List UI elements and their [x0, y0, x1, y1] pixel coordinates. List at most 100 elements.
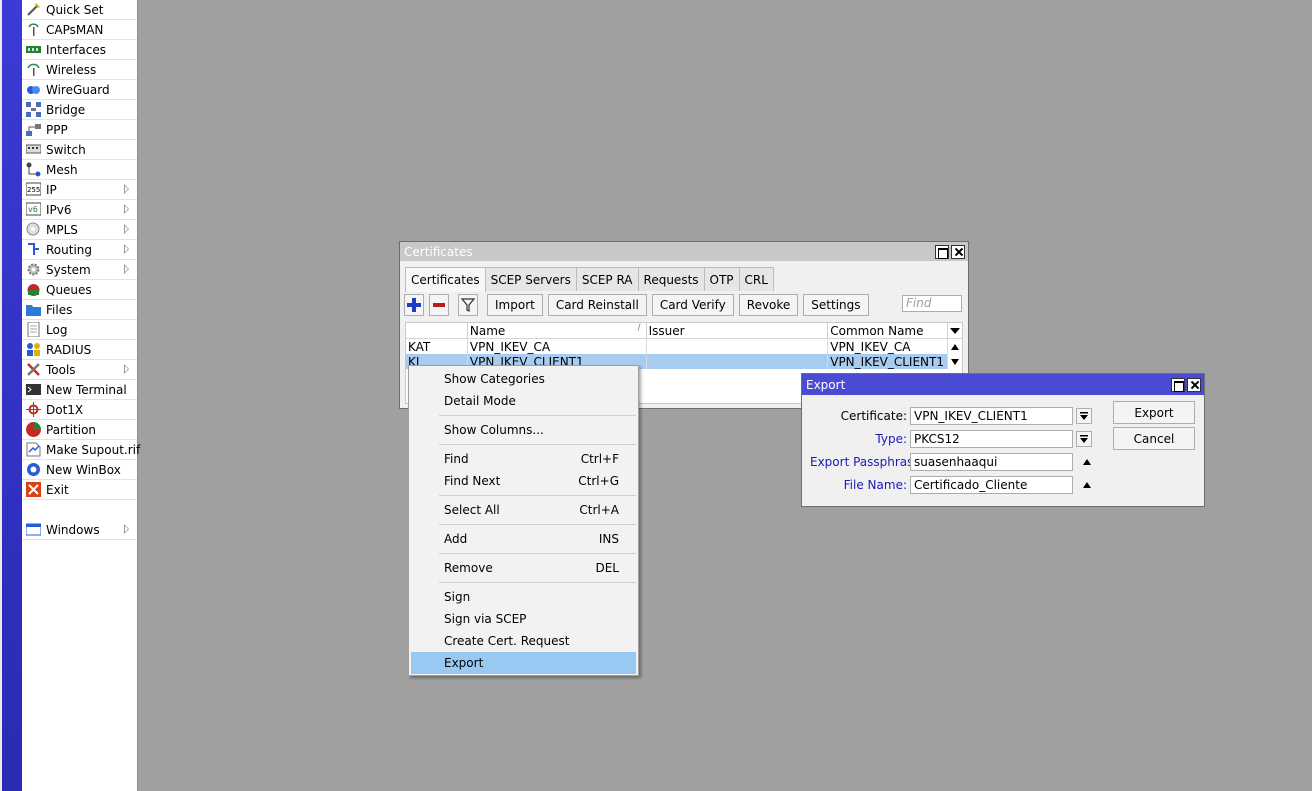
- sidebar-item-wireless[interactable]: Wireless: [22, 60, 137, 80]
- maximize-button[interactable]: [935, 245, 949, 259]
- antenna-icon: [26, 22, 41, 37]
- settings-button[interactable]: Settings: [803, 294, 869, 316]
- card-reinstall-button[interactable]: Card Reinstall: [547, 294, 647, 316]
- column-menu-icon[interactable]: [948, 323, 962, 338]
- menu-item-sign[interactable]: Sign: [411, 586, 636, 608]
- sidebar-item-ppp[interactable]: PPP: [22, 120, 137, 140]
- submenu-arrow-icon: [124, 224, 129, 234]
- menu-item-detail-mode[interactable]: Detail Mode: [411, 390, 636, 412]
- tab-scep-servers[interactable]: SCEP Servers: [484, 267, 577, 291]
- add-button[interactable]: [404, 294, 424, 316]
- card-verify-button[interactable]: Card Verify: [651, 294, 734, 316]
- remove-button[interactable]: [429, 294, 449, 316]
- sidebar-item-new-winbox[interactable]: New WinBox: [22, 460, 137, 480]
- sidebar-item-files[interactable]: Files: [22, 300, 137, 320]
- menu-separator: [439, 415, 636, 416]
- export-dialog: Export Certificate: VPN_IKEV_CLIENT1 Typ…: [801, 373, 1205, 507]
- certificate-field[interactable]: VPN_IKEV_CLIENT1: [910, 407, 1073, 425]
- maximize-button[interactable]: [1171, 378, 1185, 392]
- menu-item-select-all[interactable]: Select All Ctrl+A: [411, 499, 636, 521]
- filter-button[interactable]: [458, 294, 478, 316]
- sidebar-item-make-supout-rif[interactable]: Make Supout.rif: [22, 440, 140, 460]
- wireless-icon: [26, 62, 41, 77]
- sidebar-item-label: System: [46, 262, 91, 277]
- sidebar-item-tools[interactable]: Tools: [22, 360, 137, 380]
- sidebar-item-partition[interactable]: Partition: [22, 420, 137, 440]
- sidebar-item-label: Bridge: [46, 102, 86, 117]
- sidebar-item-label: RADIUS: [46, 342, 92, 357]
- sidebar-item-mesh[interactable]: Mesh: [22, 160, 137, 180]
- sidebar-item-label: Interfaces: [46, 42, 106, 57]
- collapse-arrow-icon[interactable]: [1083, 459, 1091, 465]
- menu-item-sign-via-scep[interactable]: Sign via SCEP: [411, 608, 636, 630]
- scroll-up-icon[interactable]: [948, 339, 962, 354]
- sidebar-item-queues[interactable]: Queues: [22, 280, 137, 300]
- cancel-button[interactable]: Cancel: [1113, 427, 1195, 450]
- column-header-flags[interactable]: [406, 323, 468, 338]
- menu-item-remove[interactable]: Remove DEL: [411, 557, 636, 579]
- column-header-name[interactable]: Name /: [468, 323, 647, 338]
- plus-icon: [407, 298, 421, 312]
- tab-otp[interactable]: OTP: [703, 267, 740, 291]
- certificate-label: Certificate:: [840, 409, 907, 423]
- menu-item-show-columns[interactable]: Show Columns...: [411, 419, 636, 441]
- type-field[interactable]: PKCS12: [910, 430, 1073, 448]
- svg-text:255: 255: [27, 186, 40, 194]
- sidebar-item-interfaces[interactable]: Interfaces: [22, 40, 137, 60]
- menu-item-label: Export: [444, 656, 484, 670]
- passphrase-field[interactable]: suasenhaaqui: [910, 453, 1073, 471]
- certificate-dropdown-icon[interactable]: [1076, 408, 1092, 424]
- sidebar-item-bridge[interactable]: Bridge: [22, 100, 137, 120]
- tab-certificates[interactable]: Certificates: [405, 267, 486, 292]
- sidebar-item-radius[interactable]: RADIUS: [22, 340, 137, 360]
- import-button[interactable]: Import: [487, 294, 543, 316]
- tab-scep-ra[interactable]: SCEP RA: [575, 267, 639, 291]
- certificates-toolbar: Import Card Reinstall Card Verify Revoke…: [400, 292, 968, 318]
- sidebar-item-windows[interactable]: Windows: [22, 520, 137, 540]
- menu-item-label: Show Columns...: [444, 423, 544, 437]
- menu-item-export[interactable]: Export: [411, 652, 636, 674]
- row-common-name: VPN_IKEV_CA: [828, 339, 949, 354]
- sidebar-item-ipv6[interactable]: v6 IPv6: [22, 200, 137, 220]
- sidebar-item-label: Files: [46, 302, 73, 317]
- menu-item-create-cert-request[interactable]: Create Cert. Request: [411, 630, 636, 652]
- sidebar-item-new-terminal[interactable]: New Terminal: [22, 380, 137, 400]
- collapse-arrow-icon[interactable]: [1083, 482, 1091, 488]
- sidebar-item-ip[interactable]: 255 IP: [22, 180, 137, 200]
- queues-icon: [26, 282, 41, 297]
- sidebar-item-quick-set[interactable]: Quick Set: [22, 0, 137, 20]
- menu-item-show-categories[interactable]: Show Categories: [411, 368, 636, 390]
- certificates-title-bar[interactable]: Certificates: [400, 242, 968, 261]
- tab-requests[interactable]: Requests: [637, 267, 705, 291]
- table-row[interactable]: KAT VPN_IKEV_CA VPN_IKEV_CA: [406, 339, 962, 354]
- column-header-common-name[interactable]: Common Name: [828, 323, 949, 338]
- tab-crl[interactable]: CRL: [738, 267, 774, 291]
- export-title-bar[interactable]: Export: [802, 374, 1204, 395]
- close-button[interactable]: [1187, 378, 1201, 392]
- export-button[interactable]: Export: [1113, 401, 1195, 424]
- sidebar-item-capsman[interactable]: CAPsMAN: [22, 20, 137, 40]
- wand-icon: [26, 2, 41, 17]
- sidebar-item-routing[interactable]: Routing: [22, 240, 137, 260]
- menu-item-find-next[interactable]: Find Next Ctrl+G: [411, 470, 636, 492]
- menu-item-add[interactable]: Add INS: [411, 528, 636, 550]
- sidebar-item-system[interactable]: System: [22, 260, 137, 280]
- find-input[interactable]: Find: [902, 295, 962, 312]
- sidebar-item-log[interactable]: Log: [22, 320, 137, 340]
- sidebar-item-wireguard[interactable]: WireGuard: [22, 80, 137, 100]
- scroll-down-icon[interactable]: [948, 354, 962, 369]
- column-header-issuer[interactable]: Issuer: [647, 323, 829, 338]
- sidebar-item-mpls[interactable]: MPLS: [22, 220, 137, 240]
- table-header: Name / Issuer Common Name: [406, 323, 962, 339]
- sidebar-item-switch[interactable]: Switch: [22, 140, 137, 160]
- menu-separator: [439, 495, 636, 496]
- type-dropdown-icon[interactable]: [1076, 431, 1092, 447]
- filename-field[interactable]: Certificado_Cliente: [910, 476, 1073, 494]
- menu-item-shortcut: Ctrl+G: [578, 474, 619, 488]
- revoke-button[interactable]: Revoke: [738, 294, 799, 316]
- close-button[interactable]: [951, 245, 965, 259]
- sidebar-item-exit[interactable]: Exit: [22, 480, 137, 500]
- menu-item-find[interactable]: Find Ctrl+F: [411, 448, 636, 470]
- sidebar-item-dot1x[interactable]: Dot1X: [22, 400, 137, 420]
